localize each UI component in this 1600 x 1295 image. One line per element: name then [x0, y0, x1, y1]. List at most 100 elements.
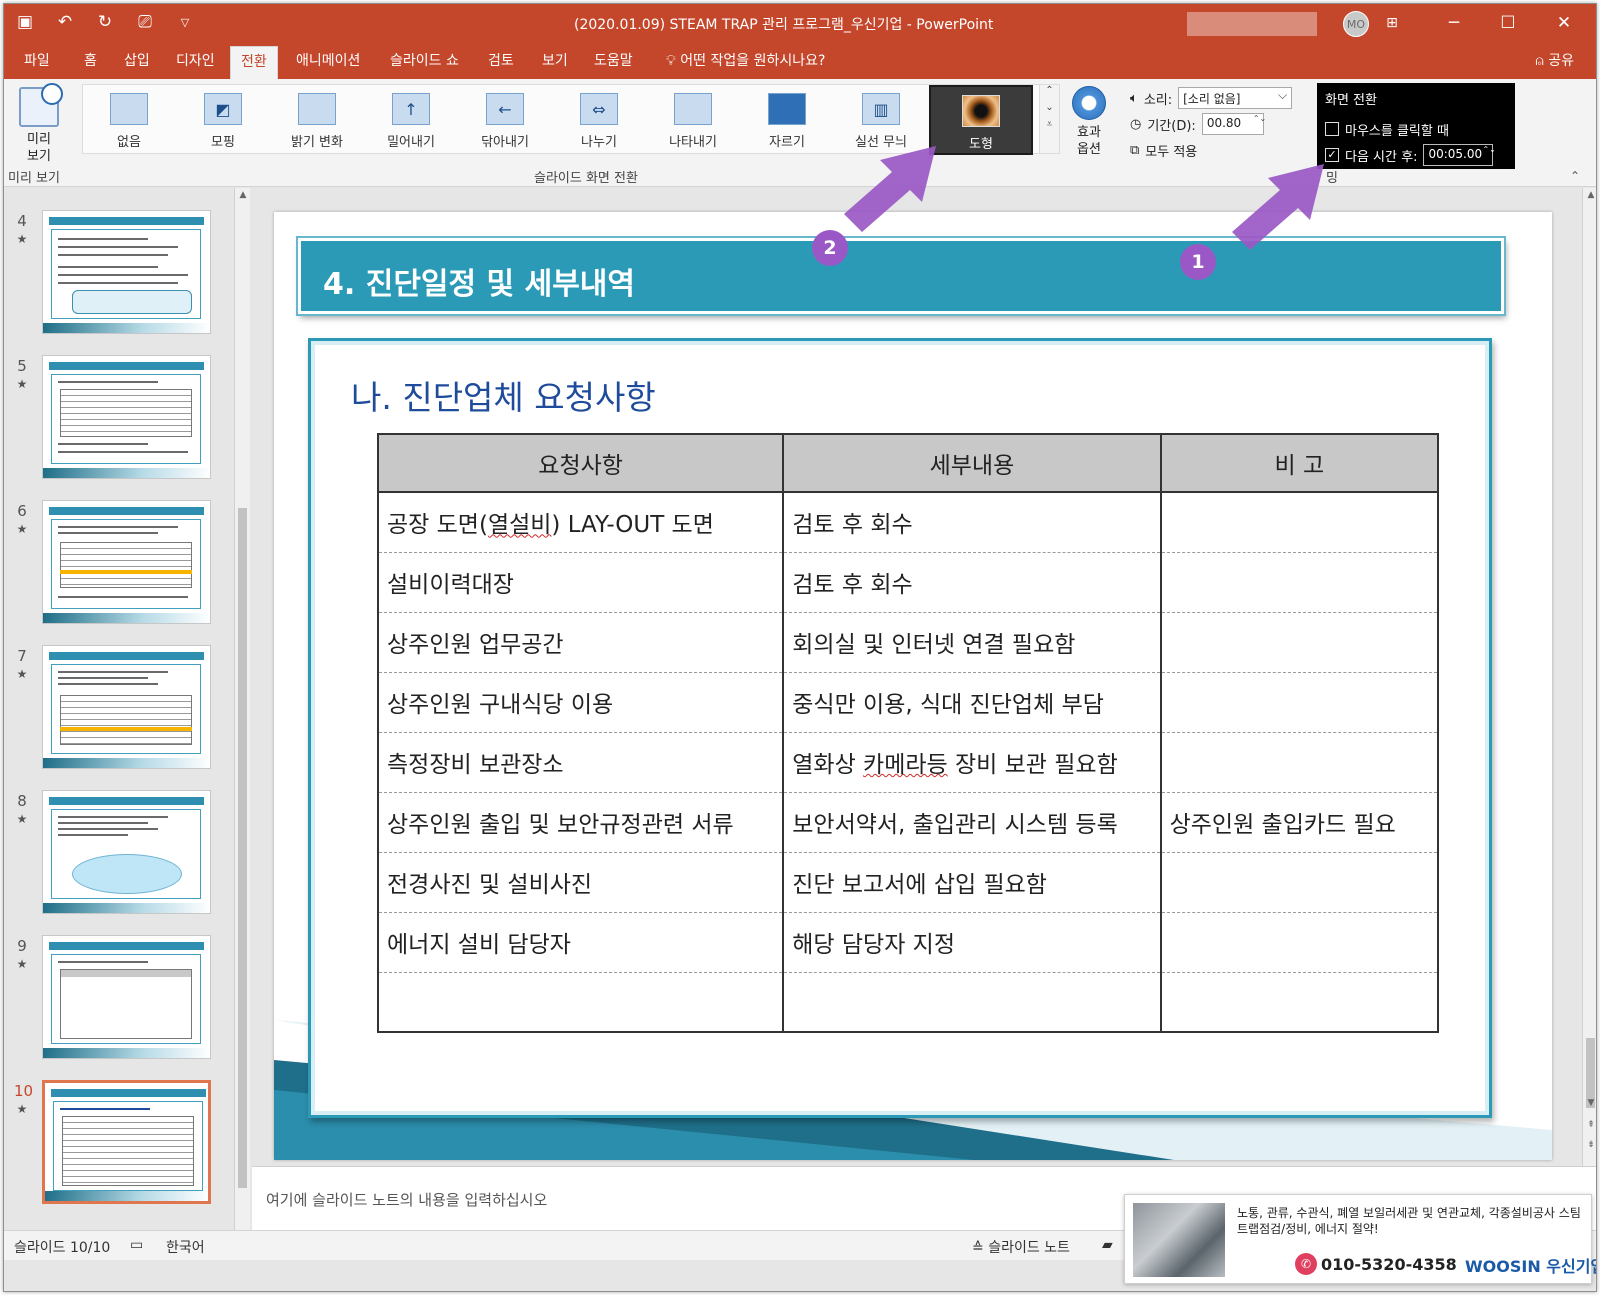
preview-icon — [19, 83, 63, 127]
chevron-up-icon[interactable]: ⌃ — [1040, 85, 1059, 96]
after-time-checkbox[interactable]: ✓ — [1325, 148, 1339, 162]
table-cell — [1159, 552, 1440, 613]
slide-title-box[interactable]: 4. 진단일정 및 세부내역 — [298, 238, 1504, 314]
apply-all-button[interactable]: ⧉ 모두 적용 — [1130, 137, 1292, 163]
apply-all-icon: ⧉ — [1130, 142, 1140, 158]
transition-split[interactable]: ⇔ 나누기 — [553, 85, 645, 155]
lightbulb-icon: 💡︎ — [666, 53, 681, 69]
next-slide-icon[interactable]: ⇟ — [1583, 1140, 1596, 1150]
close-button[interactable]: ✕ — [1544, 8, 1584, 38]
sound-select[interactable]: [소리 없음] — [1178, 87, 1293, 109]
scroll-up-icon[interactable]: ▲ — [1583, 190, 1596, 200]
transition-morph-icon: ◩ — [204, 93, 242, 125]
duration-input[interactable]: 00.80 — [1201, 113, 1264, 135]
table-cell: 진단 보고서에 삽입 필요함 — [782, 852, 1162, 913]
transition-cut[interactable]: 자르기 — [741, 85, 833, 155]
effect-options-button[interactable]: 효과 옵션 — [1067, 84, 1111, 164]
apply-all-label: 모두 적용 — [1145, 144, 1198, 160]
scroll-down-icon[interactable]: ▼ — [1583, 1098, 1596, 1108]
phone-icon: ✆ — [1295, 1253, 1317, 1275]
tab-help[interactable]: 도움말 — [594, 50, 633, 70]
transition-wipe[interactable]: ← 닦아내기 — [459, 85, 551, 155]
thumbnail-slide-5[interactable]: 5 ★ — [4, 355, 234, 485]
avatar[interactable]: MO — [1343, 11, 1369, 37]
table-cell — [1159, 672, 1440, 733]
ribbon-display-options-icon[interactable]: ⊞ — [1372, 8, 1412, 38]
table-row: 공장 도면(열설비) LAY-OUT 도면 검토 후 회수 — [376, 492, 1440, 553]
tab-transitions[interactable]: 전환 — [230, 46, 278, 80]
preview-label: 미리 보기 — [27, 132, 51, 164]
current-slide[interactable]: 4. 진단일정 및 세부내역 나. 진단업체 요청사항 요청사항 세부내용 비 … — [274, 212, 1552, 1160]
tell-me-search[interactable]: 💡︎ 어떤 작업을 원하시나요? — [666, 50, 825, 70]
advertisement-overlay: 노통, 관류, 수관식, 폐열 보일러세관 및 연관교체, 각종설비공사 스팀트… — [1124, 1194, 1596, 1284]
transition-push-icon: ↑ — [392, 93, 430, 125]
transition-morph[interactable]: ◩ 모핑 — [177, 85, 269, 155]
tab-home[interactable]: 홈 — [84, 50, 97, 70]
maximize-button[interactable]: ☐ — [1488, 8, 1528, 38]
thumbnails-scrollbar[interactable]: ▲ ▼ — [234, 188, 250, 1251]
language-indicator[interactable]: 한국어 — [166, 1237, 205, 1257]
table-row: 설비이력대장 검토 후 회수 — [376, 552, 1440, 613]
tab-design[interactable]: 디자인 — [176, 50, 215, 70]
requests-table[interactable]: 요청사항 세부내용 비 고 공장 도면(열설비) LAY-OUT 도면 검토 후… — [376, 433, 1440, 1033]
share-button[interactable]: ⍝ 공유 — [1535, 50, 1574, 70]
undo-icon[interactable]: ↶ — [54, 10, 76, 34]
scroll-thumb[interactable] — [238, 508, 247, 1188]
table-row: 상주인원 구내식당 이용 중식만 이용, 식대 진단업체 부담 — [376, 672, 1440, 733]
transition-push[interactable]: ↑ 밀어내기 — [365, 85, 457, 155]
transition-label: 닦아내기 — [481, 135, 529, 150]
table-header-row: 요청사항 세부내용 비 고 — [376, 433, 1440, 493]
thumbnail-slide-7[interactable]: 7 ★ — [4, 645, 234, 775]
thumbnail-slide-9[interactable]: 9 ★ — [4, 935, 234, 1065]
transition-shape[interactable]: 도형 — [929, 85, 1033, 155]
gallery-scroll[interactable]: ⌃ ⌄ ⩡ — [1040, 84, 1060, 154]
thumbnail-slide-8[interactable]: 8 ★ — [4, 790, 234, 920]
notes-icon: ≙ — [972, 1240, 989, 1256]
save-icon[interactable]: ▣ — [14, 10, 36, 34]
comments-icon[interactable]: ▰ — [1102, 1237, 1113, 1253]
thumbnail-slide-6[interactable]: 6 ★ — [4, 500, 234, 630]
thumbnail-number: 5 — [17, 357, 27, 375]
tab-insert[interactable]: 삽입 — [124, 50, 150, 70]
transition-random-bars[interactable]: ▥ 실선 무늬 — [835, 85, 927, 155]
after-time-input[interactable]: 00:05.00 — [1423, 144, 1494, 166]
collapse-ribbon-icon[interactable]: ⌃ — [1570, 169, 1580, 183]
tab-review[interactable]: 검토 — [488, 50, 514, 70]
star-icon: ★ — [16, 232, 28, 246]
scroll-up-icon[interactable]: ▲ — [235, 190, 251, 200]
transition-none[interactable]: 없음 — [83, 85, 175, 155]
on-click-checkbox[interactable] — [1325, 122, 1339, 136]
effect-options-label: 효과 옵션 — [1077, 125, 1101, 157]
ad-phone: 010-5320-4358 — [1321, 1255, 1457, 1274]
slide-scrollbar[interactable]: ▲ ▼ ⇞ ⇟ — [1582, 188, 1596, 1166]
transition-fade[interactable]: 밝기 변화 — [271, 85, 363, 155]
notes-toggle-button[interactable]: ≙ 슬라이드 노트 — [972, 1237, 1070, 1257]
title-bar: ▣ ↶ ↻ ⎚ ▽ (2020.01.09) STEAM TRAP 관리 프로그… — [4, 4, 1596, 42]
person-icon: ⍝ — [1535, 53, 1549, 69]
thumbnail-slide-4[interactable]: 4 ★ — [4, 210, 234, 340]
thumbnail-slide-10[interactable]: 10 ★ — [4, 1080, 234, 1210]
star-icon: ★ — [16, 522, 28, 536]
previous-slide-icon[interactable]: ⇞ — [1583, 1120, 1596, 1130]
redo-icon[interactable]: ↻ — [94, 10, 116, 34]
table-header: 세부내용 — [782, 433, 1162, 493]
slide-thumbnail — [42, 500, 211, 624]
tab-view[interactable]: 보기 — [542, 50, 568, 70]
chevron-down-icon[interactable]: ⌄ — [1040, 102, 1059, 113]
star-icon: ★ — [16, 377, 28, 391]
transition-label: 나누기 — [581, 135, 617, 150]
tab-slideshow[interactable]: 슬라이드 쇼 — [390, 50, 459, 70]
star-icon: ★ — [16, 957, 28, 971]
present-from-start-icon[interactable]: ⎚ — [134, 10, 156, 34]
minimize-button[interactable]: ─ — [1434, 8, 1474, 38]
spelling-icon[interactable]: ▭ — [130, 1237, 143, 1253]
customize-qat-icon[interactable]: ▽ — [174, 10, 196, 34]
preview-button[interactable]: 미리 보기 — [12, 83, 66, 167]
advance-title: 화면 전환 — [1325, 93, 1377, 108]
tell-me-label: 어떤 작업을 원하시나요? — [680, 53, 826, 69]
transition-reveal[interactable]: 나타내기 — [647, 85, 739, 155]
tab-animations[interactable]: 애니메이션 — [296, 50, 360, 70]
tab-file[interactable]: 파일 — [24, 50, 50, 70]
gallery-expand-icon[interactable]: ⩡ — [1040, 119, 1059, 130]
slide-content-box[interactable]: 나. 진단업체 요청사항 요청사항 세부내용 비 고 공장 도면(열설비) LA… — [308, 338, 1492, 1118]
